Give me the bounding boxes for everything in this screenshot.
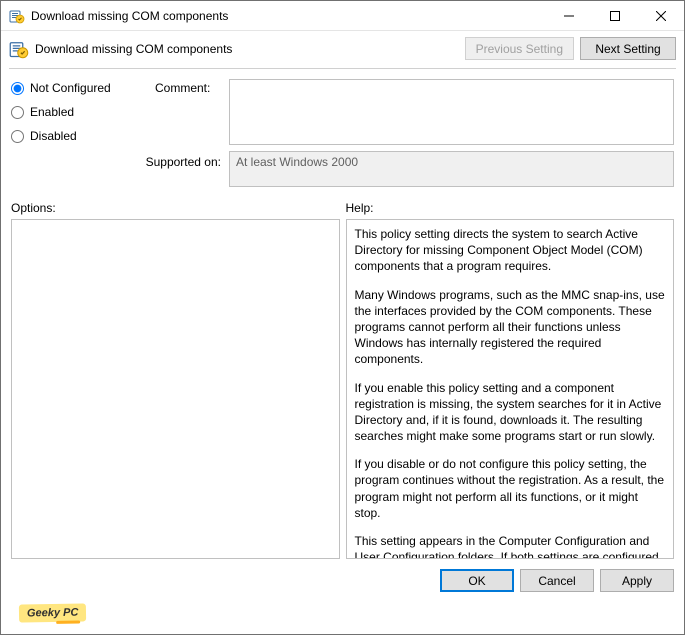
help-paragraph: If you disable or do not configure this … [355, 456, 666, 521]
divider [9, 68, 676, 69]
panes-header-row: Options: Help: [1, 191, 684, 219]
apply-button[interactable]: Apply [600, 569, 674, 592]
supported-on-value: At least Windows 2000 [229, 151, 674, 187]
window-title: Download missing COM components [31, 9, 546, 23]
help-label: Help: [346, 201, 675, 215]
previous-setting-button[interactable]: Previous Setting [465, 37, 574, 60]
maximize-button[interactable] [592, 1, 638, 31]
radio-enabled-input[interactable] [11, 106, 24, 119]
minimize-button[interactable] [546, 1, 592, 31]
radio-disabled-input[interactable] [11, 130, 24, 143]
state-radio-group: Not Configured Enabled Disabled [11, 79, 151, 143]
radio-not-configured[interactable]: Not Configured [11, 81, 151, 95]
help-pane[interactable]: This policy setting directs the system t… [346, 219, 675, 559]
watermark: Geeky PC [19, 603, 87, 622]
policy-large-icon [9, 39, 29, 59]
options-pane [11, 219, 340, 559]
cancel-button[interactable]: Cancel [520, 569, 594, 592]
config-area: Not Configured Enabled Disabled Comment:… [1, 75, 684, 191]
next-setting-button[interactable]: Next Setting [580, 37, 676, 60]
help-paragraph: This policy setting directs the system t… [355, 226, 666, 275]
policy-icon [9, 8, 25, 24]
radio-disabled[interactable]: Disabled [11, 129, 151, 143]
help-paragraph: Many Windows programs, such as the MMC s… [355, 287, 666, 368]
supported-on-label: Supported on: [11, 151, 225, 169]
radio-disabled-label: Disabled [30, 129, 77, 143]
help-paragraph: If you enable this policy setting and a … [355, 380, 666, 445]
header-row: Download missing COM components Previous… [1, 31, 684, 66]
radio-enabled-label: Enabled [30, 105, 74, 119]
help-paragraph: This setting appears in the Computer Con… [355, 533, 666, 559]
titlebar: Download missing COM components [1, 1, 684, 31]
radio-not-configured-label: Not Configured [30, 81, 111, 95]
radio-not-configured-input[interactable] [11, 82, 24, 95]
radio-enabled[interactable]: Enabled [11, 105, 151, 119]
footer: OK Cancel Apply [1, 559, 684, 602]
setting-title: Download missing COM components [35, 42, 459, 56]
ok-button[interactable]: OK [440, 569, 514, 592]
comment-textarea[interactable] [229, 79, 674, 145]
close-button[interactable] [638, 1, 684, 31]
gpedit-policy-dialog: Download missing COM components Download… [0, 0, 685, 635]
panes-row: This policy setting directs the system t… [1, 219, 684, 559]
options-label: Options: [11, 201, 340, 215]
comment-label: Comment: [155, 79, 225, 95]
